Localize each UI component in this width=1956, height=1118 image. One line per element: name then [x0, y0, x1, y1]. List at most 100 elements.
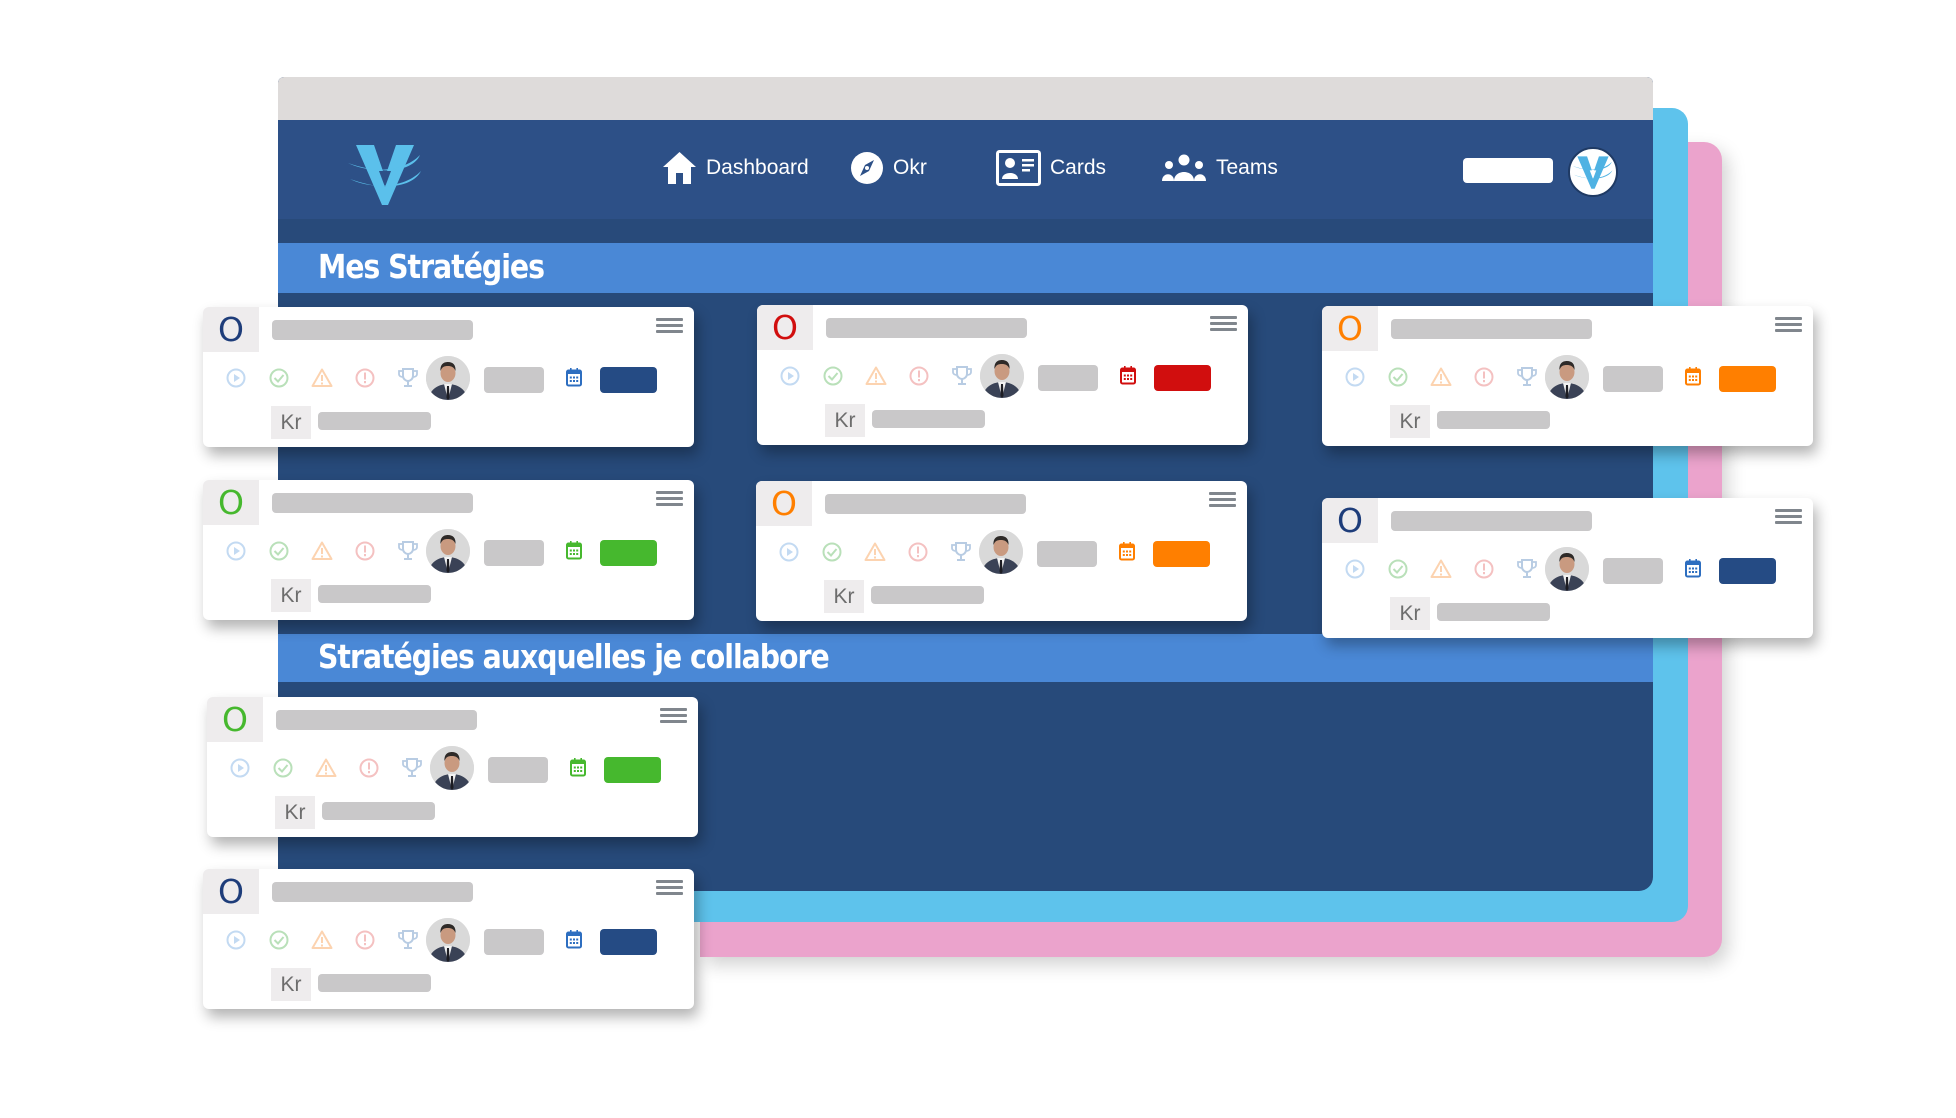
card-menu-icon[interactable]	[1210, 316, 1237, 331]
calendar-icon[interactable]	[1119, 541, 1135, 561]
owner-avatar[interactable]	[426, 529, 470, 573]
strategy-card[interactable]: O Kr	[1322, 498, 1813, 638]
check-circle-icon[interactable]	[268, 929, 290, 951]
due-date-status-badge[interactable]	[604, 757, 661, 783]
warning-icon[interactable]	[311, 367, 333, 389]
objective-badge: O	[1322, 498, 1378, 543]
due-date-status-badge[interactable]	[1153, 541, 1210, 567]
calendar-icon[interactable]	[566, 540, 582, 560]
strategy-card[interactable]: O Kr	[756, 481, 1247, 621]
warning-icon[interactable]	[864, 541, 886, 563]
warning-icon[interactable]	[315, 757, 337, 779]
warning-icon[interactable]	[1430, 558, 1452, 580]
key-result-badge: Kr	[824, 580, 864, 613]
play-circle-icon[interactable]	[225, 367, 247, 389]
objective-title-placeholder	[272, 493, 473, 513]
due-date-status-badge[interactable]	[600, 929, 657, 955]
trophy-icon[interactable]	[950, 541, 972, 563]
section-title: Stratégies auxquelles je collabore	[318, 637, 830, 676]
check-circle-icon[interactable]	[268, 540, 290, 562]
owner-avatar[interactable]	[426, 356, 470, 400]
check-circle-icon[interactable]	[1387, 366, 1409, 388]
owner-avatar[interactable]	[1545, 355, 1589, 399]
due-date-status-badge[interactable]	[600, 540, 657, 566]
warning-icon[interactable]	[311, 540, 333, 562]
trophy-icon[interactable]	[1516, 366, 1538, 388]
check-circle-icon[interactable]	[821, 541, 843, 563]
play-circle-icon[interactable]	[1344, 366, 1366, 388]
trophy-icon[interactable]	[397, 929, 419, 951]
owner-avatar[interactable]	[979, 530, 1023, 574]
play-circle-icon[interactable]	[779, 365, 801, 387]
owner-avatar[interactable]	[1545, 547, 1589, 591]
card-menu-icon[interactable]	[660, 708, 687, 723]
strategy-card[interactable]: O Kr	[757, 305, 1248, 445]
check-circle-icon[interactable]	[272, 757, 294, 779]
check-circle-icon[interactable]	[822, 365, 844, 387]
check-circle-icon[interactable]	[1387, 558, 1409, 580]
due-date-status-badge[interactable]	[1719, 558, 1776, 584]
trophy-icon[interactable]	[397, 540, 419, 562]
owner-avatar[interactable]	[426, 918, 470, 962]
play-circle-icon[interactable]	[1344, 558, 1366, 580]
trophy-icon[interactable]	[401, 757, 423, 779]
warning-icon[interactable]	[1430, 366, 1452, 388]
due-date-status-badge[interactable]	[1154, 365, 1211, 391]
alert-circle-icon[interactable]	[907, 541, 929, 563]
alert-circle-icon[interactable]	[1473, 558, 1495, 580]
nav-teams[interactable]: Teams	[1161, 148, 1278, 188]
calendar-icon[interactable]	[566, 367, 582, 387]
owner-avatar[interactable]	[980, 354, 1024, 398]
trophy-icon[interactable]	[1516, 558, 1538, 580]
owner-name-placeholder	[484, 367, 544, 393]
calendar-icon[interactable]	[566, 929, 582, 949]
objective-badge: O	[203, 480, 259, 525]
calendar-icon[interactable]	[570, 757, 586, 777]
strategy-card[interactable]: O Kr	[1322, 306, 1813, 446]
play-circle-icon[interactable]	[229, 757, 251, 779]
warning-icon[interactable]	[311, 929, 333, 951]
owner-avatar[interactable]	[430, 746, 474, 790]
nav-okr[interactable]: Okr	[850, 148, 927, 188]
play-circle-icon[interactable]	[225, 540, 247, 562]
strategy-card[interactable]: O Kr	[203, 480, 694, 620]
calendar-icon[interactable]	[1120, 365, 1136, 385]
card-menu-icon[interactable]	[1775, 509, 1802, 524]
alert-circle-icon[interactable]	[908, 365, 930, 387]
calendar-icon[interactable]	[1685, 558, 1701, 578]
warning-icon[interactable]	[865, 365, 887, 387]
objective-title-placeholder	[825, 494, 1026, 514]
alert-circle-icon[interactable]	[358, 757, 380, 779]
due-date-status-badge[interactable]	[600, 367, 657, 393]
card-menu-icon[interactable]	[656, 491, 683, 506]
strategy-card[interactable]: O Kr	[203, 869, 694, 1009]
check-circle-icon[interactable]	[268, 367, 290, 389]
alert-circle-icon[interactable]	[354, 367, 376, 389]
strategy-card[interactable]: O Kr	[203, 307, 694, 447]
play-circle-icon[interactable]	[778, 541, 800, 563]
person-photo-icon	[1545, 355, 1589, 399]
card-menu-icon[interactable]	[1209, 492, 1236, 507]
alert-circle-icon[interactable]	[1473, 366, 1495, 388]
nav-cards[interactable]: Cards	[996, 148, 1106, 188]
alert-circle-icon[interactable]	[354, 929, 376, 951]
nav-action-button[interactable]	[1463, 158, 1553, 183]
card-menu-icon[interactable]	[1775, 317, 1802, 332]
trophy-icon[interactable]	[397, 367, 419, 389]
trophy-icon[interactable]	[951, 365, 973, 387]
nav-dashboard[interactable]: Dashboard	[662, 148, 809, 188]
app-logo-icon[interactable]	[348, 143, 422, 205]
profile-logo-icon	[1573, 156, 1613, 189]
due-date-status-badge[interactable]	[1719, 366, 1776, 392]
calendar-icon[interactable]	[1685, 366, 1701, 386]
alert-circle-icon[interactable]	[354, 540, 376, 562]
play-circle-icon[interactable]	[225, 929, 247, 951]
strategy-card[interactable]: O Kr	[207, 697, 698, 837]
nav-okr-label: Okr	[893, 156, 927, 179]
person-photo-icon	[426, 918, 470, 962]
user-avatar[interactable]	[1568, 147, 1618, 197]
card-menu-icon[interactable]	[656, 880, 683, 895]
card-menu-icon[interactable]	[656, 318, 683, 333]
key-result-badge: Kr	[271, 406, 311, 439]
person-photo-icon	[426, 356, 470, 400]
